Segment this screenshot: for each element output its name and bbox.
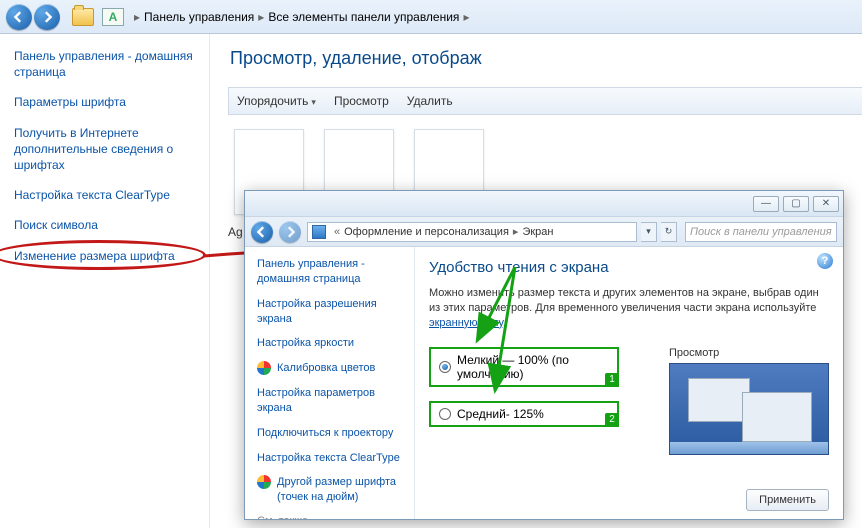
inner-back-button[interactable] [251,221,273,243]
toolbar-organize[interactable]: Упорядочить▾ [237,94,316,108]
sidebar-item-change-font-size[interactable]: Изменение размера шрифта [14,248,175,264]
search-input[interactable]: Поиск в панели управления [685,222,837,242]
preview-label: Просмотр [669,347,829,359]
sidebar-item-get-fonts-online[interactable]: Получить в Интернете дополнительные свед… [14,125,199,174]
fonts-icon: A [102,8,124,26]
display-icon [312,225,326,239]
forward-button[interactable] [34,4,60,30]
sidebar-home-link[interactable]: Панель управления - домашняя страница [14,48,199,80]
radio-icon [439,408,451,420]
option-label: Мелкий — 100% (по умолчанию) [457,353,609,381]
apply-button[interactable]: Применить [746,489,829,511]
page-title: Просмотр, удаление, отображ [230,48,862,69]
inner-sidebar-dpi[interactable]: Другой размер шрифта (точек на дюйм) [257,475,406,505]
inner-page-title: Удобство чтения с экрана [429,259,829,276]
maximize-button[interactable]: ▢ [783,196,809,212]
see-also-label: См. также [257,515,406,519]
chevron-right-icon: ▸ [258,10,264,24]
inner-sidebar-cleartype[interactable]: Настройка текста ClearType [257,451,406,466]
sidebar-item-cleartype[interactable]: Настройка текста ClearType [14,187,199,203]
shield-icon [257,475,271,489]
chevron-right-icon: ▸ [463,10,469,24]
magnifier-link[interactable]: экранную лупу [429,317,503,329]
inner-sidebar-home[interactable]: Панель управления - домашняя страница [257,257,406,287]
inner-breadcrumb[interactable]: Оформление и персонализация [344,226,509,238]
inner-sidebar-label: Калибровка цветов [277,361,375,376]
inner-sidebar-label: Другой размер шрифта (точек на дюйм) [277,475,406,505]
minimize-button[interactable]: — [753,196,779,212]
breadcrumb-item[interactable]: Все элементы панели управления [268,10,459,24]
toolbar-view[interactable]: Просмотр [334,94,389,108]
toolbar: Упорядочить▾ Просмотр Удалить [228,87,862,115]
annotation-badge: 2 [605,413,619,427]
inner-sidebar-display-params[interactable]: Настройка параметров экрана [257,386,406,416]
inner-sidebar-brightness[interactable]: Настройка яркости [257,336,406,351]
address-dropdown[interactable]: ▾ [641,222,657,242]
option-label: Средний- 125% [457,407,544,421]
sidebar-item-font-params[interactable]: Параметры шрифта [14,94,199,110]
inner-address-bar: « Оформление и персонализация ▸ Экран ▾ … [245,217,843,247]
sidebar-item-find-symbol[interactable]: Поиск символа [14,217,199,233]
inner-titlebar: — ▢ ✕ [245,191,843,217]
breadcrumb-item[interactable]: Панель управления [144,10,254,24]
inner-window: — ▢ ✕ « Оформление и персонализация ▸ Эк… [244,190,844,520]
size-option-100[interactable]: Мелкий — 100% (по умолчанию) 1 [429,347,619,387]
outer-address-bar: A ▸ Панель управления ▸ Все элементы пан… [0,0,862,34]
inner-sidebar: Панель управления - домашняя страница На… [245,247,415,519]
inner-address-field[interactable]: « Оформление и персонализация ▸ Экран [307,222,637,242]
radio-icon [439,361,451,373]
help-icon[interactable]: ? [817,253,833,269]
size-option-125[interactable]: Средний- 125% 2 [429,401,619,427]
chevron-right-icon: ▸ [134,10,140,24]
display-preview [669,363,829,455]
inner-forward-button[interactable] [279,221,301,243]
inner-description: Можно изменить размер текста и других эл… [429,286,829,331]
outer-sidebar: Панель управления - домашняя страница Па… [0,34,210,528]
inner-main: ? Удобство чтения с экрана Можно изменит… [415,247,843,519]
shield-icon [257,361,271,375]
refresh-button[interactable]: ↻ [661,222,677,242]
inner-sidebar-calibrate[interactable]: Калибровка цветов [257,361,406,376]
back-button[interactable] [6,4,32,30]
annotation-badge: 1 [605,373,619,387]
inner-sidebar-projector[interactable]: Подключиться к проектору [257,426,406,441]
inner-sidebar-resolution[interactable]: Настройка разрешения экрана [257,297,406,327]
close-button[interactable]: ✕ [813,196,839,212]
search-placeholder: Поиск в панели управления [690,226,832,238]
inner-breadcrumb[interactable]: Экран [522,226,553,238]
folder-icon [72,8,94,26]
toolbar-delete[interactable]: Удалить [407,94,453,108]
